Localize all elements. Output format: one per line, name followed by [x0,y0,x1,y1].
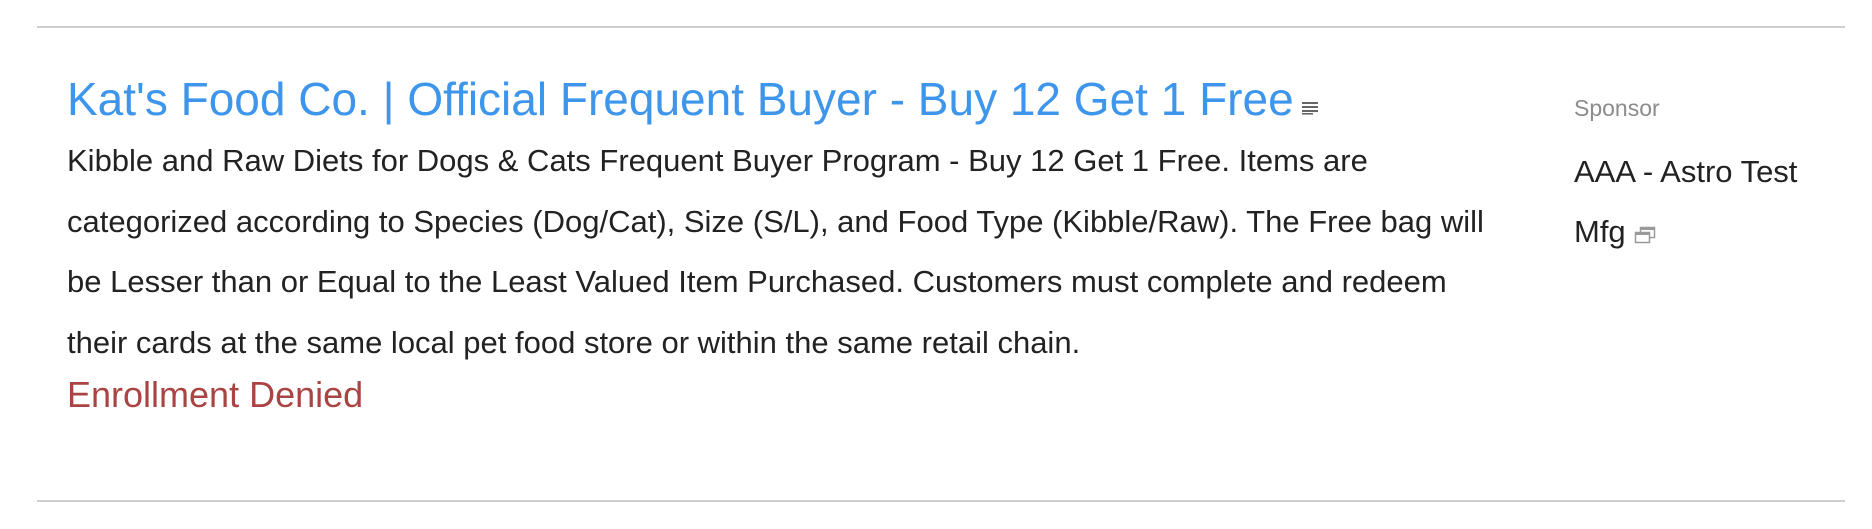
program-description: Kibble and Raw Diets for Dogs & Cats Fre… [67,143,1484,360]
open-in-new-window-icon[interactable] [1634,226,1656,244]
sponsor-panel: Sponsor AAA - Astro Test Mfg [1574,94,1844,262]
list-lines-icon[interactable] [1300,99,1320,115]
program-card: Kat's Food Co. | Official Frequent Buyer… [67,70,1507,417]
sponsor-label: Sponsor [1574,95,1660,121]
bottom-divider [37,500,1845,502]
top-divider [37,26,1845,28]
sponsor-name[interactable]: AAA - Astro Test Mfg [1574,154,1797,249]
sponsor-name-link[interactable]: AAA - Astro Test Mfg [1574,142,1844,262]
enrollment-status: Enrollment Denied [67,374,364,415]
program-title-link[interactable]: Kat's Food Co. | Official Frequent Buyer… [67,70,1294,128]
program-title-row: Kat's Food Co. | Official Frequent Buyer… [67,70,1507,128]
